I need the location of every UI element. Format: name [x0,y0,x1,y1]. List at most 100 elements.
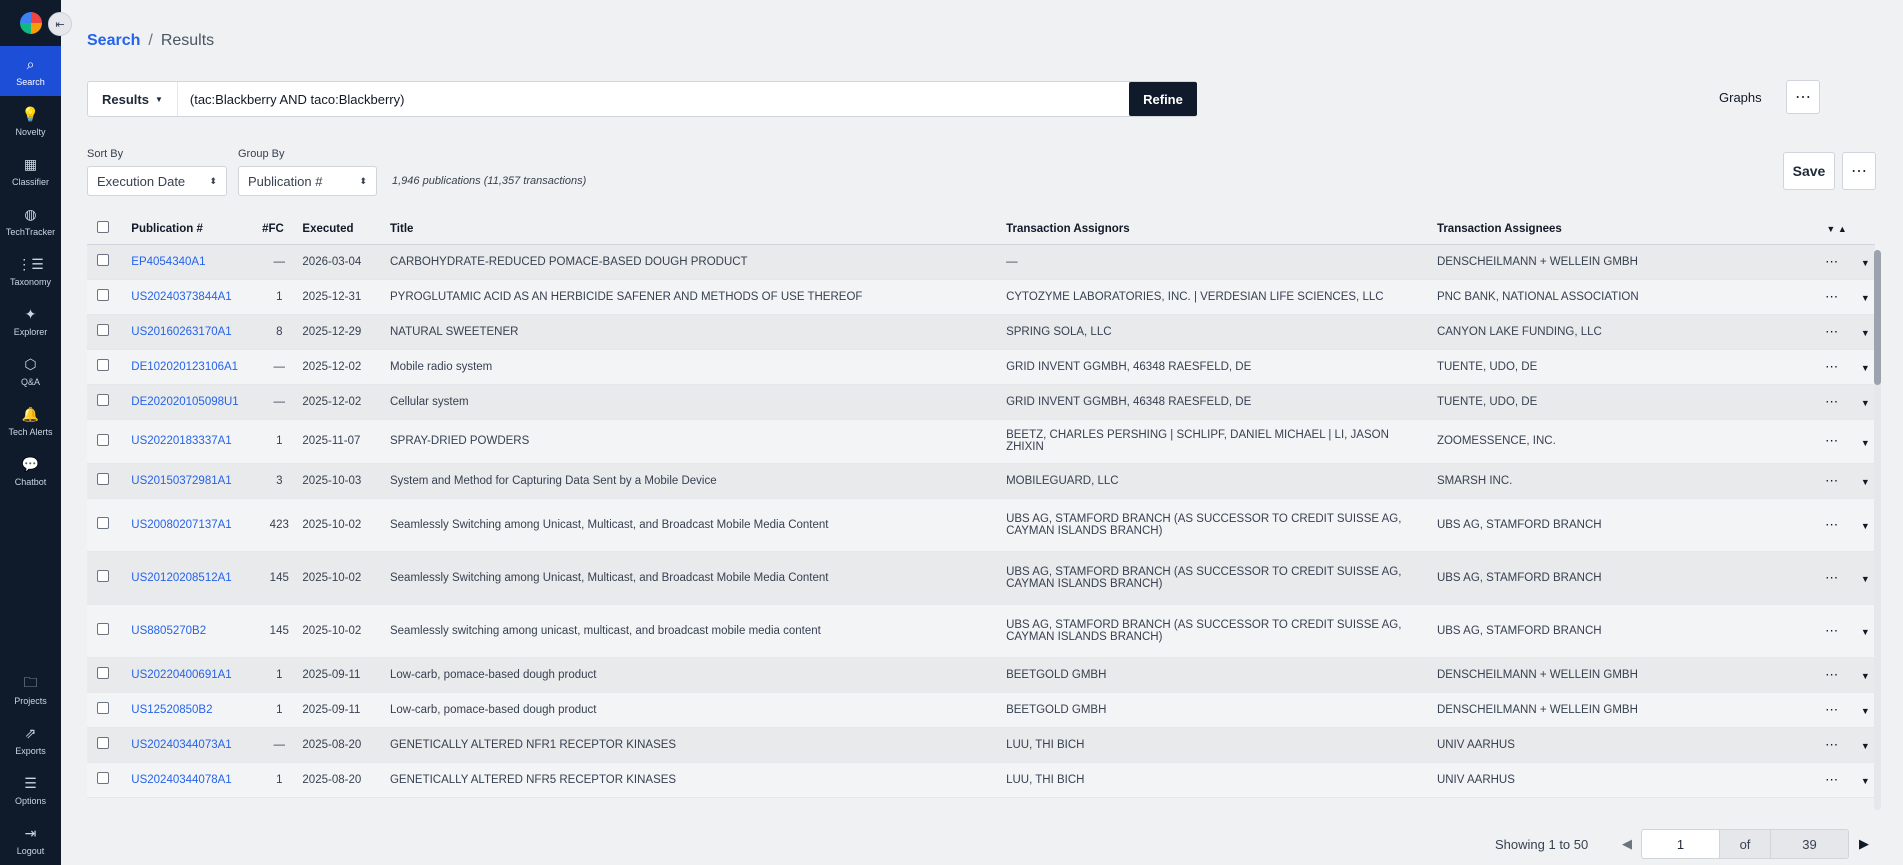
ellipsis-icon[interactable]: ⋯ [1825,570,1838,585]
sidebar-item-novelty[interactable]: 💡 Novelty [0,96,61,146]
row-checkbox[interactable] [97,667,109,679]
table-row[interactable]: DE102020123106A1 — 2025-12-02 Mobile radio … [87,349,1875,385]
header-executed[interactable]: Executed [302,214,390,245]
sort-by-select[interactable]: Execution Date ⬍ [87,166,227,196]
table-row[interactable]: EP4054340A1 — 2026-03-04 CARBOHYDRATE-REDUC… [87,244,1875,280]
sidebar-item-q-a[interactable]: ⬡ Q&A [0,346,61,396]
table-row[interactable]: US20120208512A1 145 2025-10-02 Seamlessly S… [87,551,1875,605]
ellipsis-icon[interactable]: ⋯ [1825,254,1838,269]
row-checkbox[interactable] [97,517,109,529]
row-checkbox[interactable] [97,702,109,714]
header-publication[interactable]: Publication # [131,214,263,245]
breadcrumb-search-link[interactable]: Search [87,32,140,50]
header-title[interactable]: Title [389,214,1007,245]
table-row[interactable]: US20080207137A1 423 2025-10-02 Seamlessly S… [87,498,1875,552]
scrollbar-thumb[interactable] [1874,250,1881,385]
row-checkbox[interactable] [97,289,109,301]
header-assignors[interactable]: Transaction Assignors [1006,214,1437,245]
query-more-button[interactable]: ⋯ [1786,80,1820,114]
table-row[interactable]: US8805270B2 145 2025-10-02 Seamlessly switc… [87,604,1875,658]
table-row[interactable]: US20150372981A1 3 2025-10-03 System and Met… [87,463,1875,499]
publication-link[interactable]: US20120208512A1 [131,572,231,584]
ellipsis-icon[interactable]: ⋯ [1825,394,1838,409]
publication-link[interactable]: US20150372981A1 [131,475,231,487]
chevron-down-icon[interactable]: ▼ [1861,398,1870,408]
table-row[interactable]: US12520850B2 1 2025-09-11 Low-carb, pomace-… [87,692,1875,728]
table-row[interactable]: US20160263170A1 8 2025-12-29 NATURAL SWEETE… [87,314,1875,350]
header-assignees[interactable]: Transaction Assignees [1436,214,1820,245]
sidebar-item-options[interactable]: ☰ Options [0,765,61,815]
ellipsis-icon[interactable]: ⋯ [1825,737,1838,752]
row-checkbox[interactable] [97,737,109,749]
sidebar-item-tech-alerts[interactable]: 🔔 Tech Alerts [0,396,61,446]
table-row[interactable]: DE202020105098U1 — 2025-12-02 Cellular syst… [87,384,1875,420]
publication-link[interactable]: US20240344078A1 [131,774,231,786]
chevron-down-icon[interactable]: ▼ [1861,293,1870,303]
chevron-down-icon[interactable]: ▼ [1861,477,1870,487]
publication-link[interactable]: US20080207137A1 [131,519,231,531]
chevron-down-icon[interactable]: ▼ [1861,328,1870,338]
sidebar-item-logout[interactable]: ⇥ Logout [0,815,61,865]
publication-link[interactable]: US20240344073A1 [131,739,231,751]
publication-link[interactable]: US8805270B2 [131,625,206,637]
chevron-down-icon[interactable]: ▼ [1861,741,1870,751]
publication-link[interactable]: US20220183337A1 [131,435,231,447]
chevron-down-icon[interactable]: ▼ [1861,706,1870,716]
publication-link[interactable]: US20160263170A1 [131,326,231,338]
query-input[interactable]: (tac:Blackberry AND taco:Blackberry) [178,92,1129,107]
group-by-select[interactable]: Publication # ⬍ [238,166,377,196]
row-checkbox[interactable] [97,433,109,446]
chevron-down-icon[interactable]: ▼ [1861,671,1870,681]
chevron-down-icon[interactable]: ▼ [1861,438,1870,448]
row-checkbox[interactable] [97,473,109,485]
table-row[interactable]: US20240344073A1 — 2025-08-20 GENETICALLY AL… [87,727,1875,763]
publication-link[interactable]: DE202020105098U1 [131,396,238,408]
chevron-down-icon[interactable]: ▼ [1861,258,1870,268]
sidebar-collapse-button[interactable]: ⇤ [48,12,72,36]
publication-link[interactable]: EP4054340A1 [131,256,205,268]
ellipsis-icon[interactable]: ⋯ [1825,517,1838,532]
row-checkbox[interactable] [97,359,109,371]
ellipsis-icon[interactable]: ⋯ [1825,772,1838,787]
row-checkbox[interactable] [97,324,109,336]
publication-link[interactable]: DE102020123106A1 [131,361,238,373]
ellipsis-icon[interactable]: ⋯ [1825,473,1838,488]
sidebar-item-projects[interactable]: 🗀 Projects [0,665,61,715]
sidebar-item-techtracker[interactable]: ◍ TechTracker [0,196,61,246]
graphs-button[interactable]: Graphs [1719,90,1762,105]
ellipsis-icon[interactable]: ⋯ [1825,667,1838,682]
header-fc[interactable]: #FC [262,214,303,245]
ellipsis-icon[interactable]: ⋯ [1825,702,1838,717]
expand-all-icon[interactable]: ▼ ▲ [1826,224,1846,234]
table-row[interactable]: US20240373844A1 1 2025-12-31 PYROGLUTAMIC A… [87,279,1875,315]
table-row[interactable]: US20240344078A1 1 2025-08-20 GENETICALLY AL… [87,762,1875,798]
chevron-down-icon[interactable]: ▼ [1861,521,1870,531]
row-checkbox[interactable] [97,254,109,266]
ellipsis-icon[interactable]: ⋯ [1825,289,1838,304]
row-checkbox[interactable] [97,772,109,784]
save-button[interactable]: Save [1783,152,1835,190]
chevron-down-icon[interactable]: ▼ [1861,363,1870,373]
select-all-checkbox[interactable] [97,221,109,234]
table-row[interactable]: US20220400691A1 1 2025-09-11 Low-carb, poma… [87,657,1875,693]
publication-link[interactable]: US20220400691A1 [131,669,231,681]
sidebar-item-taxonomy[interactable]: ⋮☰ Taxonomy [0,246,61,296]
page-number-input[interactable]: 1 [1642,830,1720,858]
row-checkbox[interactable] [97,623,109,635]
sidebar-item-chatbot[interactable]: 💬 Chatbot [0,446,61,496]
publication-link[interactable]: US20240373844A1 [131,291,231,303]
prev-page-button[interactable]: ◀ [1622,836,1632,852]
table-scrollbar[interactable] [1874,250,1881,810]
chevron-down-icon[interactable]: ▼ [1861,627,1870,637]
chevron-down-icon[interactable]: ▼ [1861,776,1870,786]
results-more-button[interactable]: ⋯ [1842,152,1876,190]
results-mode-dropdown[interactable]: Results ▼ [88,82,178,116]
sidebar-item-explorer[interactable]: ✦ Explorer [0,296,61,346]
sidebar-item-search[interactable]: ⌕ Search [0,46,61,96]
sidebar-item-classifier[interactable]: ▦ Classifier [0,146,61,196]
next-page-button[interactable]: ▶ [1859,836,1869,852]
ellipsis-icon[interactable]: ⋯ [1825,433,1838,448]
table-row[interactable]: US20220183337A1 1 2025-11-07 SPRAY-DRIED PO… [87,419,1875,464]
row-checkbox[interactable] [97,394,109,406]
ellipsis-icon[interactable]: ⋯ [1825,359,1838,374]
